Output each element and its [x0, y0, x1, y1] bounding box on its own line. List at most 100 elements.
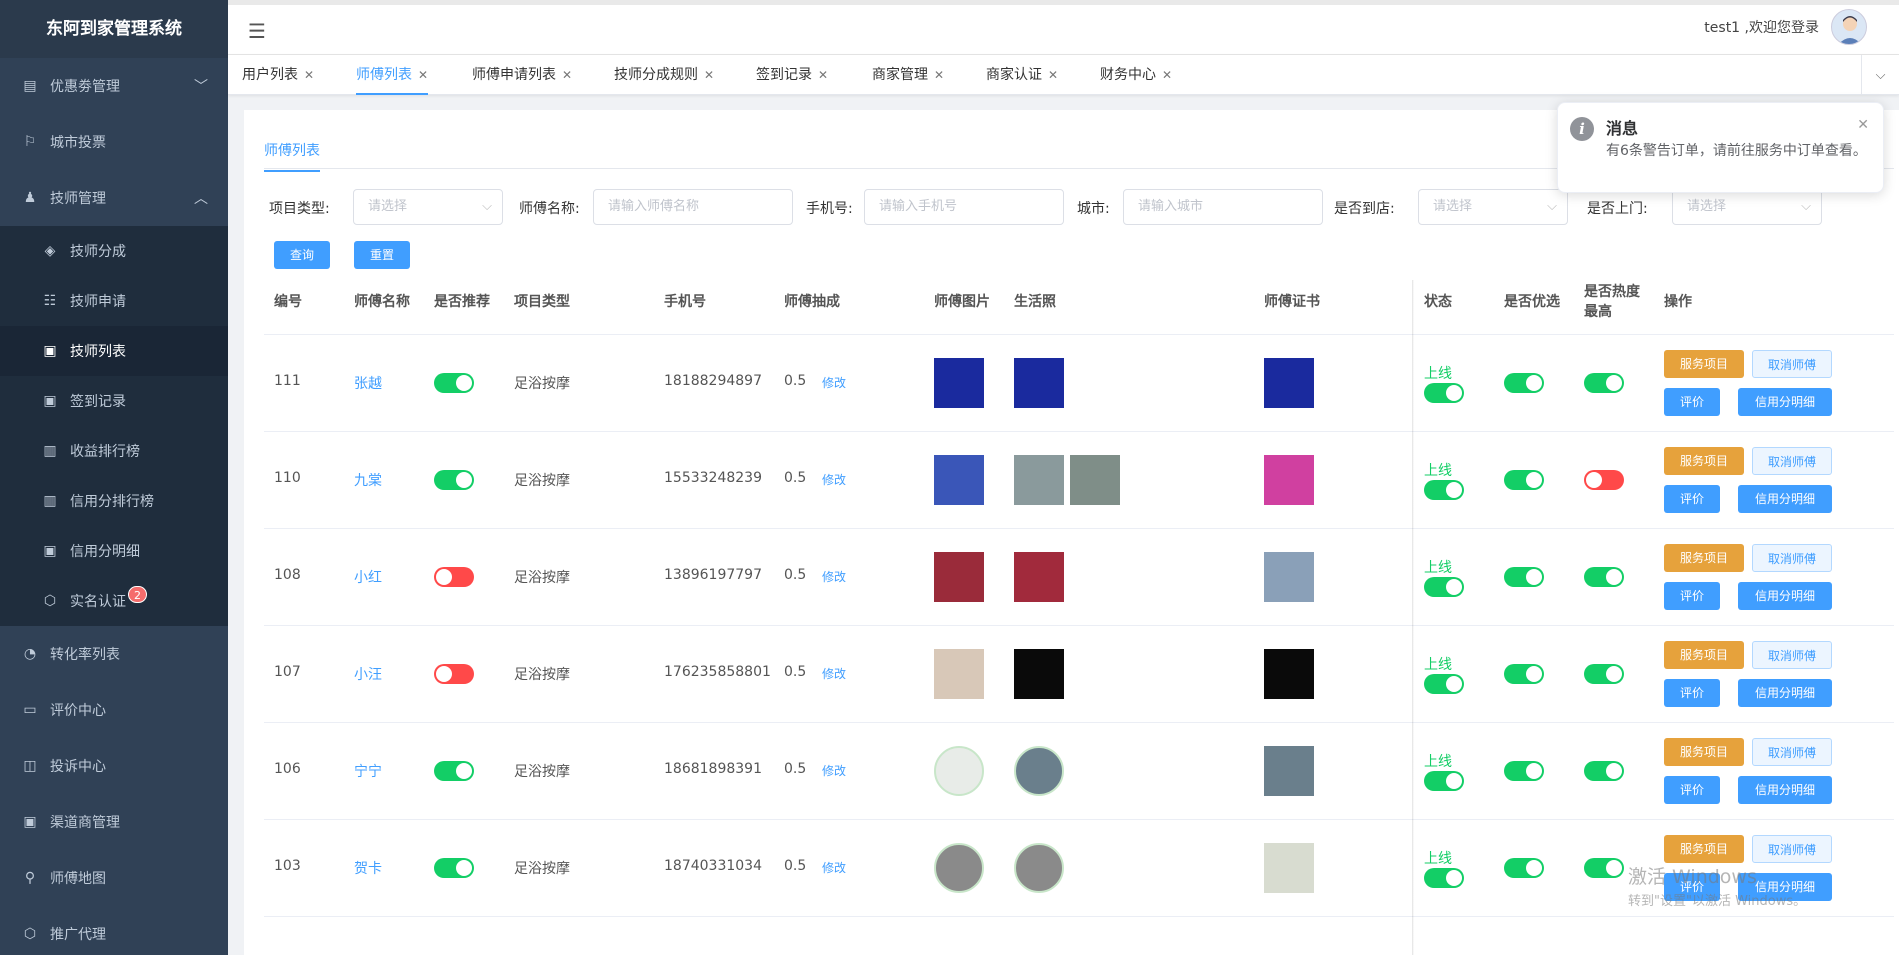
- sidebar-item[interactable]: ▣ 技师列表: [0, 326, 228, 376]
- sidebar-item[interactable]: ⬡ 实名认证 2: [0, 576, 228, 626]
- tab-item[interactable]: 财务中心 ✕: [1100, 55, 1172, 95]
- sidebar-item[interactable]: ⬡ 推广代理: [0, 906, 228, 955]
- cancel-technician-button[interactable]: 取消师傅: [1752, 738, 1832, 766]
- phone-input[interactable]: 请输入手机号: [864, 189, 1064, 225]
- life-photo[interactable]: [1014, 843, 1064, 893]
- close-icon[interactable]: ✕: [1162, 68, 1172, 82]
- preferred-switch[interactable]: [1504, 664, 1544, 684]
- cell-name[interactable]: 贺卡: [354, 858, 382, 878]
- technician-photo[interactable]: [934, 649, 984, 699]
- sidebar-item[interactable]: ▣ 签到记录: [0, 376, 228, 426]
- status-switch[interactable]: [1424, 383, 1464, 403]
- close-icon[interactable]: ✕: [934, 68, 944, 82]
- status-switch[interactable]: [1424, 771, 1464, 791]
- review-button[interactable]: 评价: [1664, 679, 1720, 707]
- sidebar-item[interactable]: ◫ 投诉中心: [0, 738, 228, 794]
- sidebar-item[interactable]: ▣ 渠道商管理: [0, 794, 228, 850]
- credit-detail-button[interactable]: 信用分明细: [1738, 776, 1832, 804]
- close-icon[interactable]: ✕: [418, 68, 428, 82]
- cell-name[interactable]: 小汪: [354, 664, 382, 684]
- recommend-switch[interactable]: [434, 761, 474, 781]
- life-photo[interactable]: [1014, 552, 1064, 602]
- life-photo[interactable]: [1014, 455, 1064, 505]
- hot-switch[interactable]: [1584, 761, 1624, 781]
- certificate-photo[interactable]: [1264, 455, 1314, 505]
- edit-link[interactable]: 修改: [822, 859, 846, 876]
- life-photo[interactable]: [1014, 358, 1064, 408]
- life-photo[interactable]: [1070, 455, 1120, 505]
- status-switch[interactable]: [1424, 868, 1464, 888]
- cancel-technician-button[interactable]: 取消师傅: [1752, 835, 1832, 863]
- preferred-switch[interactable]: [1504, 373, 1544, 393]
- sidebar-item[interactable]: ▥ 信用分排行榜: [0, 476, 228, 526]
- service-items-button[interactable]: 服务项目: [1664, 350, 1744, 378]
- review-button[interactable]: 评价: [1664, 582, 1720, 610]
- cell-name[interactable]: 小红: [354, 567, 382, 587]
- life-photo[interactable]: [1014, 649, 1064, 699]
- service-items-button[interactable]: 服务项目: [1664, 738, 1744, 766]
- edit-link[interactable]: 修改: [822, 762, 846, 779]
- tab-item[interactable]: 商家认证 ✕: [986, 55, 1058, 95]
- credit-detail-button[interactable]: 信用分明细: [1738, 485, 1832, 513]
- technician-photo[interactable]: [934, 746, 984, 796]
- user-area[interactable]: test1 ,欢迎您登录: [1704, 9, 1867, 45]
- home-visit-select[interactable]: 请选择 ⌵: [1672, 189, 1822, 225]
- recommend-switch[interactable]: [434, 373, 474, 393]
- recommend-switch[interactable]: [434, 567, 474, 587]
- sidebar-item[interactable]: ◔ 转化率列表: [0, 626, 228, 682]
- technician-photo[interactable]: [934, 455, 984, 505]
- status-switch[interactable]: [1424, 480, 1464, 500]
- service-items-button[interactable]: 服务项目: [1664, 835, 1744, 863]
- sidebar-item[interactable]: ▭ 评价中心: [0, 682, 228, 738]
- hot-switch[interactable]: [1584, 664, 1624, 684]
- technician-photo[interactable]: [934, 552, 984, 602]
- service-items-button[interactable]: 服务项目: [1664, 641, 1744, 669]
- credit-detail-button[interactable]: 信用分明细: [1738, 582, 1832, 610]
- sidebar-item[interactable]: ◈ 技师分成: [0, 226, 228, 276]
- sidebar-item[interactable]: ▥ 收益排行榜: [0, 426, 228, 476]
- certificate-photo[interactable]: [1264, 552, 1314, 602]
- review-button[interactable]: 评价: [1664, 388, 1720, 416]
- tab-item[interactable]: 签到记录 ✕: [756, 55, 828, 95]
- cell-name[interactable]: 张越: [354, 373, 382, 393]
- certificate-photo[interactable]: [1264, 843, 1314, 893]
- city-input[interactable]: 请输入城市: [1123, 189, 1323, 225]
- name-input[interactable]: 请输入师傅名称: [593, 189, 793, 225]
- sidebar-item[interactable]: ♟ 技师管理 ︿: [0, 170, 228, 226]
- hot-switch[interactable]: [1584, 567, 1624, 587]
- cancel-technician-button[interactable]: 取消师傅: [1752, 447, 1832, 475]
- cell-name[interactable]: 宁宁: [354, 761, 382, 781]
- edit-link[interactable]: 修改: [822, 568, 846, 585]
- life-photo[interactable]: [1014, 746, 1064, 796]
- close-icon[interactable]: ✕: [704, 68, 714, 82]
- status-switch[interactable]: [1424, 674, 1464, 694]
- project-type-select[interactable]: 请选择 ⌵: [353, 189, 503, 225]
- hot-switch[interactable]: [1584, 858, 1624, 878]
- to-store-select[interactable]: 请选择 ⌵: [1418, 189, 1568, 225]
- certificate-photo[interactable]: [1264, 649, 1314, 699]
- hot-switch[interactable]: [1584, 470, 1624, 490]
- recommend-switch[interactable]: [434, 858, 474, 878]
- edit-link[interactable]: 修改: [822, 665, 846, 682]
- menu-toggle-icon[interactable]: ☰: [248, 19, 266, 43]
- close-icon[interactable]: ✕: [818, 68, 828, 82]
- hot-switch[interactable]: [1584, 373, 1624, 393]
- recommend-switch[interactable]: [434, 470, 474, 490]
- preferred-switch[interactable]: [1504, 858, 1544, 878]
- tab-item[interactable]: 师傅列表 ✕: [356, 55, 429, 95]
- preferred-switch[interactable]: [1504, 567, 1544, 587]
- cancel-technician-button[interactable]: 取消师傅: [1752, 350, 1832, 378]
- tab-item[interactable]: 商家管理 ✕: [872, 55, 944, 95]
- cell-name[interactable]: 九棠: [354, 470, 382, 490]
- recommend-switch[interactable]: [434, 664, 474, 684]
- preferred-switch[interactable]: [1504, 470, 1544, 490]
- credit-detail-button[interactable]: 信用分明细: [1738, 388, 1832, 416]
- technician-photo[interactable]: [934, 358, 984, 408]
- service-items-button[interactable]: 服务项目: [1664, 544, 1744, 572]
- certificate-photo[interactable]: [1264, 746, 1314, 796]
- service-items-button[interactable]: 服务项目: [1664, 447, 1744, 475]
- close-icon[interactable]: ✕: [562, 68, 572, 82]
- edit-link[interactable]: 修改: [822, 374, 846, 391]
- edit-link[interactable]: 修改: [822, 471, 846, 488]
- sidebar-item[interactable]: ☷ 技师申请: [0, 276, 228, 326]
